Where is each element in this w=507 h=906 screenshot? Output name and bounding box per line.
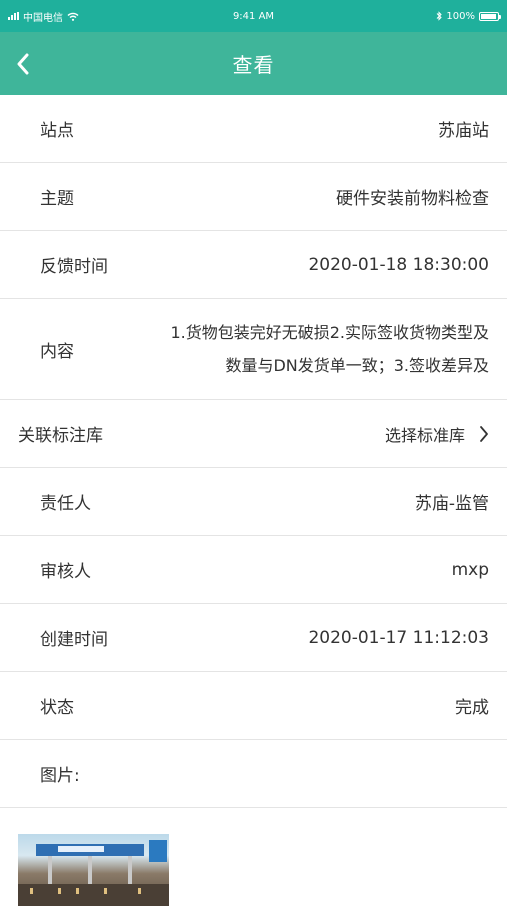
reviewer-value: mxp — [451, 559, 489, 580]
linked-library-label: 关联标注库 — [18, 426, 103, 446]
carrier-label: 中国电信 — [23, 12, 63, 24]
subject-label: 主题 — [40, 189, 74, 209]
created-time-label: 创建时间 — [40, 630, 108, 650]
photo-container — [0, 808, 507, 906]
signal-icon — [8, 12, 19, 20]
battery-percent: 100% — [446, 10, 475, 22]
feedback-time-value: 2020-01-18 18:30:00 — [308, 254, 489, 275]
feedback-time-label: 反馈时间 — [40, 257, 108, 277]
row-station: 站点 苏庙站 — [0, 95, 507, 163]
detail-list: 站点 苏庙站 主题 硬件安装前物料检查 反馈时间 2020-01-18 18:3… — [0, 95, 507, 808]
battery-icon — [479, 11, 501, 21]
row-status: 状态 完成 — [0, 672, 507, 740]
wifi-icon — [67, 12, 79, 21]
site-photo-thumbnail[interactable] — [18, 834, 169, 906]
row-content: 内容 1.货物包装完好无破损2.实际签收货物类型及数量与DN发货单一致；3.签收… — [0, 299, 507, 400]
status-right: 100% — [436, 10, 501, 22]
row-subject: 主题 硬件安装前物料检查 — [0, 163, 507, 231]
status-left: 中国电信 — [8, 9, 79, 24]
row-responsible: 责任人 苏庙-监管 — [0, 468, 507, 536]
subject-value: 硬件安装前物料检查 — [336, 189, 489, 209]
responsible-value: 苏庙-监管 — [414, 494, 489, 514]
reviewer-label: 审核人 — [40, 562, 91, 582]
content-value: 1.货物包装完好无破损2.实际签收货物类型及数量与DN发货单一致；3.签收差异及 — [170, 323, 489, 375]
chevron-left-icon — [17, 53, 29, 74]
row-created-time: 创建时间 2020-01-17 11:12:03 — [0, 604, 507, 672]
row-images: 图片: — [0, 740, 507, 808]
back-button[interactable] — [16, 32, 56, 95]
row-linked-library[interactable]: 关联标注库 选择标准库 — [0, 400, 507, 468]
select-library-text: 选择标准库 — [384, 425, 465, 445]
page-title: 查看 — [232, 53, 275, 77]
station-value: 苏庙站 — [438, 121, 489, 141]
status-bar: 中国电信 9:41 AM 100% — [0, 0, 507, 32]
station-label: 站点 — [40, 121, 74, 141]
responsible-label: 责任人 — [40, 494, 91, 514]
bluetooth-icon — [437, 11, 443, 21]
status-value: 完成 — [455, 698, 489, 718]
chevron-right-icon — [480, 425, 488, 442]
images-label: 图片: — [40, 766, 80, 786]
select-library-link[interactable]: 选择标准库 — [385, 422, 489, 446]
row-reviewer: 审核人 mxp — [0, 536, 507, 604]
created-time-value: 2020-01-17 11:12:03 — [308, 627, 489, 648]
status-label: 状态 — [40, 698, 74, 718]
content-label: 内容 — [40, 341, 74, 362]
nav-bar: 查看 — [0, 32, 507, 95]
row-feedback-time: 反馈时间 2020-01-18 18:30:00 — [0, 231, 507, 299]
